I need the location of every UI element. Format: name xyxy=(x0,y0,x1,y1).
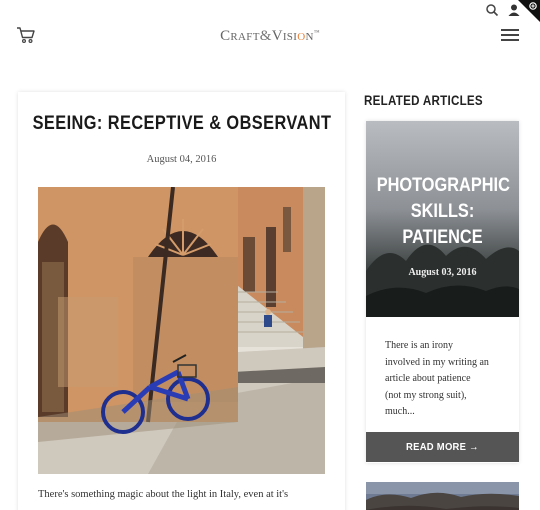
read-more-label: READ MORE → xyxy=(406,441,479,453)
article-title[interactable]: SEEING: RECEPTIVE & OBSERVANT xyxy=(25,113,338,135)
article-excerpt: There's something magic about the light … xyxy=(38,489,289,500)
logo-trademark: ™ xyxy=(313,30,320,36)
related-articles-heading: RELATED ARTICLES xyxy=(364,93,483,108)
search-icon[interactable] xyxy=(485,3,499,17)
read-more-button[interactable]: READ MORE → xyxy=(366,432,519,462)
related-excerpt-line1: There is an irony xyxy=(385,340,454,351)
related-article-excerpt: There is an irony involved in my writing… xyxy=(385,338,507,421)
related-title-line1: PHOTOGRAPHIC xyxy=(376,175,510,196)
hamburger-menu-icon[interactable] xyxy=(501,29,519,41)
article-photo[interactable] xyxy=(38,187,325,474)
related-excerpt-line3: article about patience xyxy=(385,373,471,384)
shopping-cart-icon[interactable] xyxy=(16,26,36,44)
related-excerpt-line2: involved in my writing an xyxy=(385,356,489,368)
related-excerpt-line5: much... xyxy=(385,406,415,417)
related-article-title[interactable]: PHOTOGRAPHIC SKILLS: PATIENCE xyxy=(376,173,510,251)
related-article-date: August 03, 2016 xyxy=(408,267,477,278)
logo-part1: Craft xyxy=(220,28,260,44)
corner-badge-icon[interactable] xyxy=(518,0,540,22)
logo-part3: n xyxy=(305,28,314,44)
related-title-line3: PATIENCE xyxy=(402,227,483,248)
logo-part2: Visi xyxy=(271,28,298,44)
article-date: August 04, 2016 xyxy=(146,154,217,165)
logo-ampersand: & xyxy=(259,28,272,44)
related-title-line2: SKILLS: xyxy=(410,201,475,222)
related-article-image-2[interactable] xyxy=(366,482,519,510)
related-excerpt-line4: (not my strong suit), xyxy=(385,389,467,401)
site-logo[interactable]: Craft&Vision™ xyxy=(215,28,325,45)
